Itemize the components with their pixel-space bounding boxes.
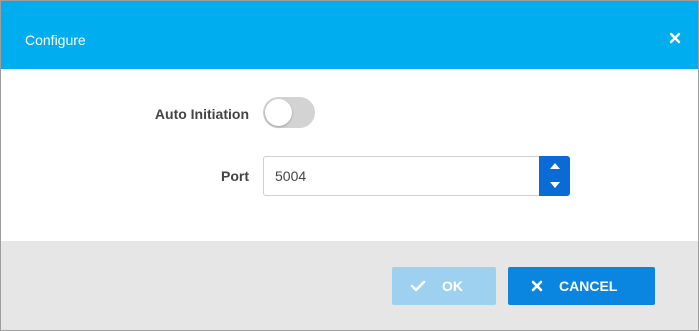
dialog-header: Configure [1, 1, 698, 69]
cancel-button[interactable]: CANCEL [508, 267, 655, 305]
increment-button[interactable] [539, 156, 570, 176]
decrement-button[interactable] [539, 176, 570, 196]
dialog-body: Auto Initiation Port [1, 69, 698, 241]
configure-dialog: Configure Auto Initiation Port 5004 OK C… [0, 0, 699, 331]
ok-button[interactable]: OK [392, 267, 496, 305]
auto-initiation-label: Auto Initiation [154, 106, 249, 122]
dialog-title: Configure [25, 32, 86, 48]
port-input[interactable] [264, 157, 534, 195]
close-icon [669, 32, 681, 44]
caret-down-icon [549, 182, 560, 188]
caret-up-icon [549, 163, 560, 169]
ok-button-label: OK [442, 278, 463, 294]
auto-initiation-toggle[interactable] [263, 97, 315, 128]
dialog-footer: OK CANCEL [1, 241, 698, 330]
port-label: Port [221, 168, 249, 184]
port-stepper [263, 156, 570, 196]
close-button[interactable] [666, 29, 684, 47]
toggle-knob [265, 99, 292, 126]
check-icon [410, 280, 426, 292]
close-icon [531, 280, 543, 292]
port-spinner [539, 156, 570, 196]
cancel-button-label: CANCEL [559, 278, 618, 294]
